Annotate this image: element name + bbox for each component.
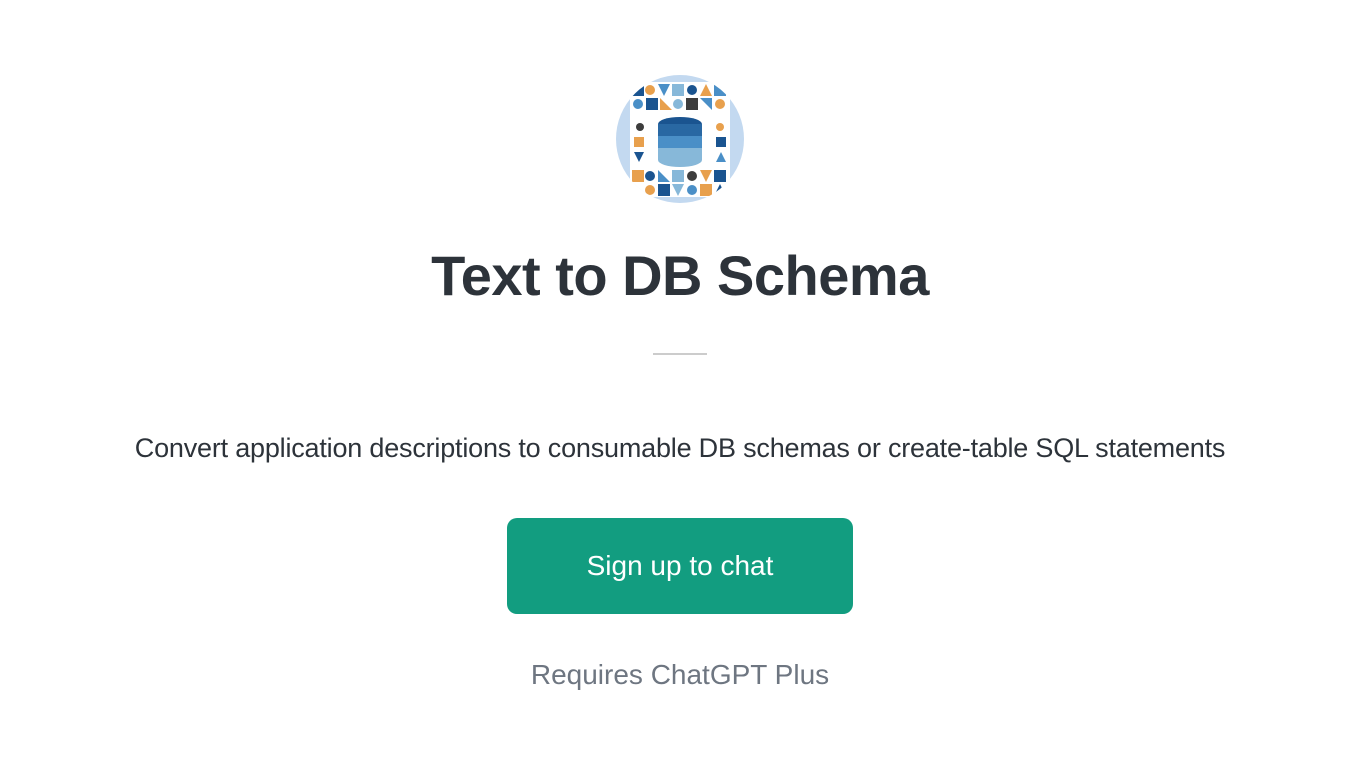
app-avatar [616, 75, 744, 203]
signup-button[interactable]: Sign up to chat [507, 518, 854, 614]
requires-text: Requires ChatGPT Plus [531, 659, 829, 691]
page-title: Text to DB Schema [431, 243, 929, 308]
app-description: Convert application descriptions to cons… [135, 433, 1225, 464]
divider [653, 353, 707, 355]
avatar-icon [630, 82, 730, 197]
